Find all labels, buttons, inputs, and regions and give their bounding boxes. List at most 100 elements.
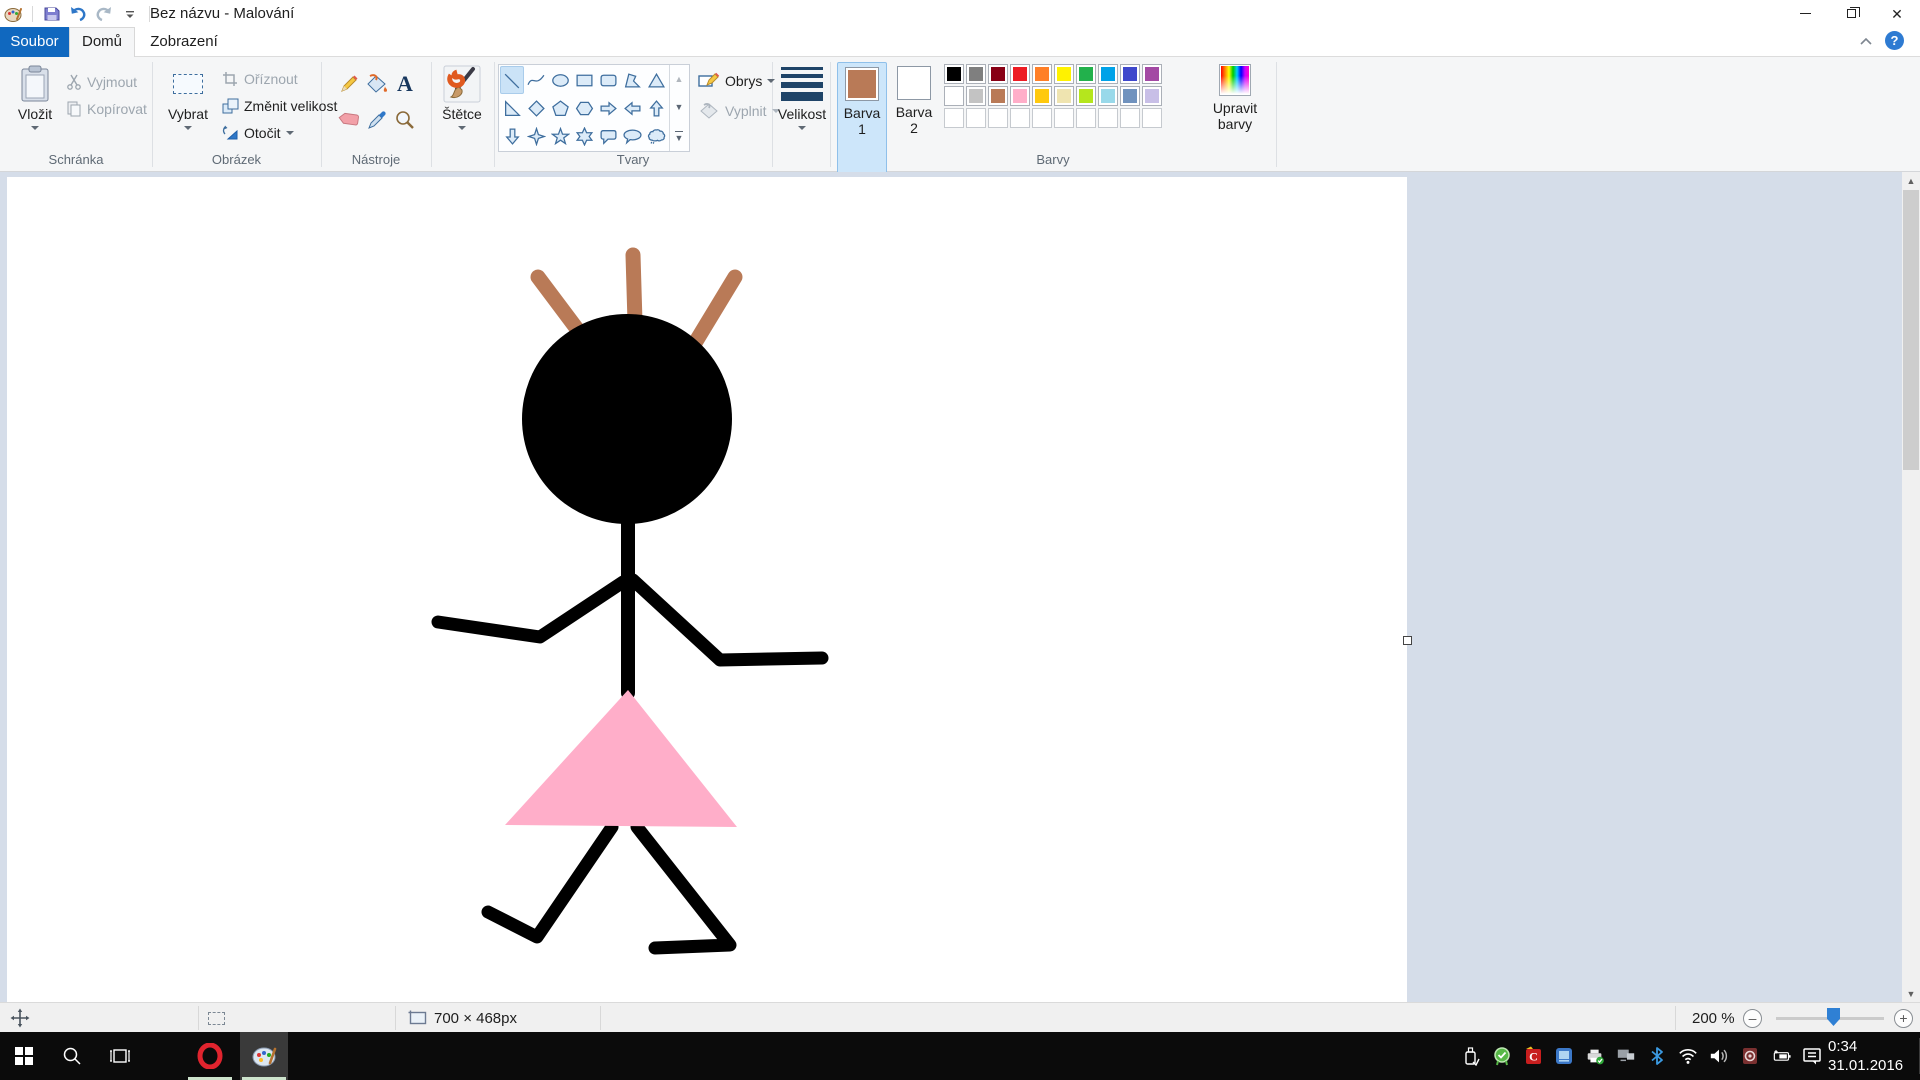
- palette-color-swatch[interactable]: [1010, 86, 1030, 106]
- palette-color-swatch[interactable]: [1032, 64, 1052, 84]
- shape-rounded-rectangle[interactable]: [596, 66, 620, 94]
- paint-canvas[interactable]: [7, 177, 1407, 1002]
- printer-icon[interactable]: [1585, 1046, 1605, 1066]
- taskbar-opera-button[interactable]: [186, 1032, 234, 1080]
- palette-color-swatch[interactable]: [966, 86, 986, 106]
- tab-file[interactable]: Soubor: [0, 27, 69, 57]
- shape-arrow-down[interactable]: [500, 122, 524, 150]
- comodo-icon[interactable]: C: [1523, 1046, 1543, 1066]
- scroll-up-arrow[interactable]: ▲: [1902, 172, 1920, 189]
- battery-icon[interactable]: [1771, 1046, 1791, 1066]
- bluetooth-icon[interactable]: [1647, 1046, 1667, 1066]
- shape-star-4[interactable]: [524, 122, 548, 150]
- shapes-scroll-up[interactable]: ▲: [670, 65, 688, 93]
- start-button[interactable]: [0, 1032, 48, 1080]
- palette-color-swatch[interactable]: [1098, 64, 1118, 84]
- shape-pentagon[interactable]: [548, 94, 572, 122]
- zoom-slider-thumb[interactable]: [1827, 1008, 1840, 1026]
- palette-color-swatch[interactable]: [966, 64, 986, 84]
- eraser-tool[interactable]: [336, 105, 362, 135]
- palette-color-swatch[interactable]: [944, 64, 964, 84]
- shape-star-6[interactable]: [572, 122, 596, 150]
- notifications-icon[interactable]: [1802, 1046, 1822, 1066]
- shape-arrow-left[interactable]: [620, 94, 644, 122]
- help-button[interactable]: ?: [1885, 31, 1904, 50]
- copy-button[interactable]: Kopírovat: [66, 97, 147, 121]
- collapse-ribbon-button[interactable]: [1856, 32, 1876, 50]
- palette-empty-slot[interactable]: [1010, 108, 1030, 128]
- rotate-button[interactable]: Otočit: [222, 121, 294, 145]
- palette-color-swatch[interactable]: [944, 86, 964, 106]
- task-view-button[interactable]: [96, 1032, 144, 1080]
- shape-polygon[interactable]: [620, 66, 644, 94]
- shape-callout-cloud[interactable]: [644, 122, 668, 150]
- fill-tool[interactable]: [364, 69, 390, 99]
- antivirus-badge-icon[interactable]: [1492, 1046, 1512, 1066]
- palette-color-swatch[interactable]: [1120, 86, 1140, 106]
- palette-color-swatch[interactable]: [1032, 86, 1052, 106]
- palette-empty-slot[interactable]: [1054, 108, 1074, 128]
- close-button[interactable]: ✕: [1874, 0, 1920, 27]
- palette-empty-slot[interactable]: [1098, 108, 1118, 128]
- shape-arrow-up[interactable]: [644, 94, 668, 122]
- paste-button[interactable]: Vložit: [8, 62, 62, 130]
- color-picker-tool[interactable]: [364, 105, 390, 135]
- palette-color-swatch[interactable]: [1054, 64, 1074, 84]
- canvas-resize-handle[interactable]: [1403, 636, 1412, 645]
- minimize-button[interactable]: [1782, 0, 1828, 27]
- qat-customize-button[interactable]: [117, 3, 143, 25]
- shape-rectangle[interactable]: [572, 66, 596, 94]
- pencil-tool[interactable]: [336, 69, 362, 99]
- select-button[interactable]: Vybrat: [160, 62, 216, 130]
- palette-empty-slot[interactable]: [1142, 108, 1162, 128]
- shape-callout-oval[interactable]: [620, 122, 644, 150]
- palette-color-swatch[interactable]: [1054, 86, 1074, 106]
- shape-callout-rounded[interactable]: [596, 122, 620, 150]
- magnifier-tool[interactable]: [392, 105, 418, 135]
- restore-button[interactable]: [1828, 0, 1874, 27]
- palette-color-swatch[interactable]: [1098, 86, 1118, 106]
- palette-color-swatch[interactable]: [1142, 86, 1162, 106]
- outline-button[interactable]: Obrys: [698, 69, 775, 93]
- edit-colors-button[interactable]: Upravit barvy: [1204, 64, 1266, 132]
- size-button[interactable]: Velikost: [776, 62, 828, 130]
- scrollbar-thumb[interactable]: [1903, 190, 1919, 470]
- zoom-out-button[interactable]: –: [1743, 1009, 1762, 1028]
- usb-device-icon[interactable]: [1461, 1046, 1481, 1066]
- shape-diamond[interactable]: [524, 94, 548, 122]
- vertical-scrollbar[interactable]: ▲ ▼: [1902, 172, 1920, 1002]
- palette-color-swatch[interactable]: [1076, 86, 1096, 106]
- shape-arrow-right[interactable]: [596, 94, 620, 122]
- paint-app-icon[interactable]: [0, 3, 26, 25]
- volume-icon[interactable]: [1709, 1046, 1729, 1066]
- palette-color-swatch[interactable]: [1142, 64, 1162, 84]
- brushes-button[interactable]: Štětce: [434, 62, 490, 130]
- palette-color-swatch[interactable]: [1120, 64, 1140, 84]
- wifi-icon[interactable]: [1678, 1046, 1698, 1066]
- recorder-icon[interactable]: [1740, 1046, 1760, 1066]
- tab-view[interactable]: Zobrazení: [135, 27, 233, 57]
- text-tool[interactable]: A: [392, 69, 418, 99]
- palette-color-swatch[interactable]: [988, 86, 1008, 106]
- redo-button[interactable]: [91, 3, 117, 25]
- shape-hexagon[interactable]: [572, 94, 596, 122]
- palette-color-swatch[interactable]: [988, 64, 1008, 84]
- shapes-scroll-down[interactable]: ▼: [670, 93, 688, 121]
- graphics-settings-icon[interactable]: [1554, 1046, 1574, 1066]
- taskbar-clock[interactable]: 0:34 31.01.2016: [1828, 1037, 1903, 1075]
- zoom-in-button[interactable]: +: [1894, 1009, 1913, 1028]
- shapes-expand-gallery[interactable]: ▼: [670, 122, 688, 151]
- palette-empty-slot[interactable]: [966, 108, 986, 128]
- palette-empty-slot[interactable]: [988, 108, 1008, 128]
- undo-button[interactable]: [65, 3, 91, 25]
- palette-color-swatch[interactable]: [1076, 64, 1096, 84]
- palette-empty-slot[interactable]: [1076, 108, 1096, 128]
- tab-home[interactable]: Domů: [69, 27, 135, 57]
- shape-star-5[interactable]: [548, 122, 572, 150]
- shape-ellipse[interactable]: [548, 66, 572, 94]
- scroll-down-arrow[interactable]: ▼: [1902, 985, 1920, 1002]
- display-icon[interactable]: [1616, 1046, 1636, 1066]
- shape-curve[interactable]: [524, 66, 548, 94]
- fill-shape-button[interactable]: Vyplnit: [698, 99, 780, 123]
- palette-empty-slot[interactable]: [1120, 108, 1140, 128]
